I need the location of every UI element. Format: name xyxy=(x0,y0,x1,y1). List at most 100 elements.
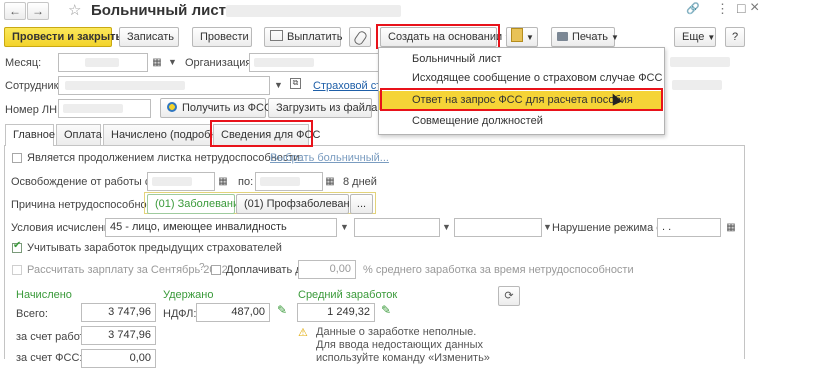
average-earnings-header: Средний заработок xyxy=(298,289,398,301)
nav-forward-button[interactable]: → xyxy=(27,2,49,20)
choose-sick-leave-link[interactable]: Выбрать больничный... xyxy=(270,152,389,164)
dropdown-icon[interactable]: ▼ xyxy=(274,80,283,90)
continuation-checkbox[interactable] xyxy=(12,153,22,163)
fss-icon xyxy=(167,102,177,112)
month-value-blurred xyxy=(85,58,119,67)
link-icon[interactable]: 🔗 xyxy=(686,2,700,15)
cause-more-button[interactable]: ... xyxy=(350,194,373,214)
help-icon[interactable]: ? xyxy=(199,262,205,273)
highlight-create-based-on xyxy=(376,24,500,49)
calendar-icon[interactable]: ▦ xyxy=(216,173,230,190)
refresh-icon: ⟳ xyxy=(504,290,514,302)
fss-share-label: за счет ФСС: xyxy=(16,352,83,364)
violation-date-field[interactable]: . . xyxy=(657,218,721,237)
documents-icon xyxy=(511,28,523,42)
favorite-star-icon[interactable]: ☆ xyxy=(68,1,81,19)
printer-icon xyxy=(557,32,568,41)
pencil-edit-icon[interactable]: ✎ xyxy=(277,303,287,317)
get-from-fss-button[interactable]: Получить из ФСС xyxy=(160,98,272,118)
print-button[interactable]: Печать ▼ xyxy=(551,27,619,47)
menu-item-sick-leave[interactable]: Больничный лист xyxy=(379,50,662,69)
window-title: Больничный лист xyxy=(91,2,227,19)
arrow-right-icon: → xyxy=(32,4,44,18)
related-documents-button[interactable]: ▼ xyxy=(506,27,538,47)
days-count: 8 дней xyxy=(343,176,377,188)
pay-label: Выплатить xyxy=(287,31,343,43)
right-field-blurred-2 xyxy=(672,80,722,90)
chevron-down-icon: ▼ xyxy=(611,33,619,42)
condition-extra-field-1[interactable] xyxy=(354,218,440,237)
organization-field[interactable] xyxy=(249,53,384,72)
chevron-down-icon[interactable]: ▼ xyxy=(442,222,451,232)
ndfl-label: НДФЛ: xyxy=(163,308,197,320)
post-and-close-button[interactable]: Провести и закрыть xyxy=(4,27,122,47)
open-icon[interactable]: ⧉ xyxy=(290,78,301,89)
warning-line-3: используйте команду «Изменить» xyxy=(316,352,490,364)
pencil-edit-icon[interactable]: ✎ xyxy=(381,303,391,317)
calc-salary-label: Рассчитать зарплату за Сентябрь 2022 xyxy=(27,264,228,276)
employee-value-blurred xyxy=(65,81,185,90)
organization-label: Организация: xyxy=(185,57,255,69)
window-title-blurred xyxy=(226,5,401,17)
add-up-to-label: Доплачивать до xyxy=(226,264,308,276)
help-button[interactable]: ? xyxy=(725,27,745,47)
more-button[interactable]: Еще ▼ xyxy=(674,27,716,47)
refresh-button[interactable]: ⟳ xyxy=(498,286,520,306)
ln-number-label: Номер ЛН: xyxy=(5,104,61,116)
conditions-label: Условия исчисления: xyxy=(11,222,120,234)
percent-label: % среднего заработка за время нетрудоспо… xyxy=(363,264,634,276)
cause-occupational-button[interactable]: (01) Профзаболевание xyxy=(236,194,362,214)
menu-item-outgoing-fss-message[interactable]: Исходящее сообщение о страховом случае Ф… xyxy=(379,69,662,88)
average-earnings-value: 1 249,32 xyxy=(297,303,375,322)
save-button[interactable]: Записать xyxy=(119,27,179,47)
more-vertical-icon[interactable]: ⋮ xyxy=(716,1,729,17)
chevron-down-icon: ▼ xyxy=(707,33,716,42)
condition-extra-field-2[interactable] xyxy=(454,218,542,237)
release-to-blurred xyxy=(260,177,300,186)
spin-down-icon[interactable]: ▼ xyxy=(168,57,177,67)
release-to-field[interactable] xyxy=(255,172,323,191)
pay-button[interactable]: Выплатить xyxy=(264,27,343,47)
total-value: 3 747,96 xyxy=(81,303,156,322)
chevron-down-icon[interactable]: ▼ xyxy=(543,222,552,232)
add-up-to-field[interactable]: 0,00 xyxy=(298,260,356,279)
calendar-icon[interactable]: ▦ xyxy=(323,173,337,190)
consider-earnings-checkbox[interactable]: ✔ xyxy=(12,240,22,253)
release-from-label: Освобождение от работы с: xyxy=(11,176,154,188)
employee-field[interactable] xyxy=(58,76,270,95)
total-label: Всего: xyxy=(16,308,48,320)
print-label: Печать xyxy=(572,31,609,43)
calendar-icon[interactable]: ▦ xyxy=(150,54,164,71)
release-from-blurred xyxy=(152,177,192,186)
add-up-to-checkbox[interactable] xyxy=(211,265,221,275)
maximize-icon[interactable]: □ xyxy=(737,0,745,16)
warning-line-2: Для ввода недостающих данных xyxy=(316,339,484,351)
calc-salary-checkbox[interactable] xyxy=(12,265,22,275)
more-label: Еще xyxy=(682,31,705,43)
conditions-field[interactable]: 45 - лицо, имеющее инвалидность xyxy=(105,218,337,237)
chevron-down-icon[interactable]: ▼ xyxy=(340,222,349,232)
tab-payment[interactable]: Оплата xyxy=(56,124,102,145)
tab-main[interactable]: Главное xyxy=(5,124,55,146)
ln-number-blurred xyxy=(63,104,123,113)
checkmark-icon: ✔ xyxy=(13,240,22,251)
calendar-icon[interactable]: ▦ xyxy=(724,219,738,236)
consider-earnings-label: Учитывать заработок предыдущих страховат… xyxy=(27,242,282,254)
organization-value-blurred xyxy=(254,58,314,67)
month-field[interactable] xyxy=(58,53,148,72)
employee-label: Сотрудник: xyxy=(5,80,62,92)
month-label: Месяц: xyxy=(5,57,42,69)
attachment-button[interactable] xyxy=(349,27,371,47)
cause-disease-button[interactable]: (01) Заболевание xyxy=(147,194,245,214)
menu-item-combined-positions[interactable]: Совмещение должностей xyxy=(379,112,662,131)
arrow-left-icon: ← xyxy=(9,4,21,18)
load-from-file-button[interactable]: Загрузить из файла xyxy=(268,98,377,118)
release-from-field[interactable] xyxy=(147,172,215,191)
chevron-down-icon: ▼ xyxy=(526,33,534,42)
nav-back-button[interactable]: ← xyxy=(4,2,26,20)
post-button[interactable]: Провести xyxy=(192,27,252,47)
highlight-fss-tab xyxy=(210,120,313,147)
close-icon[interactable]: × xyxy=(750,0,759,17)
ln-number-field[interactable] xyxy=(58,99,151,118)
tab-accrued-detailed[interactable]: Начислено (подробно) xyxy=(103,124,226,145)
